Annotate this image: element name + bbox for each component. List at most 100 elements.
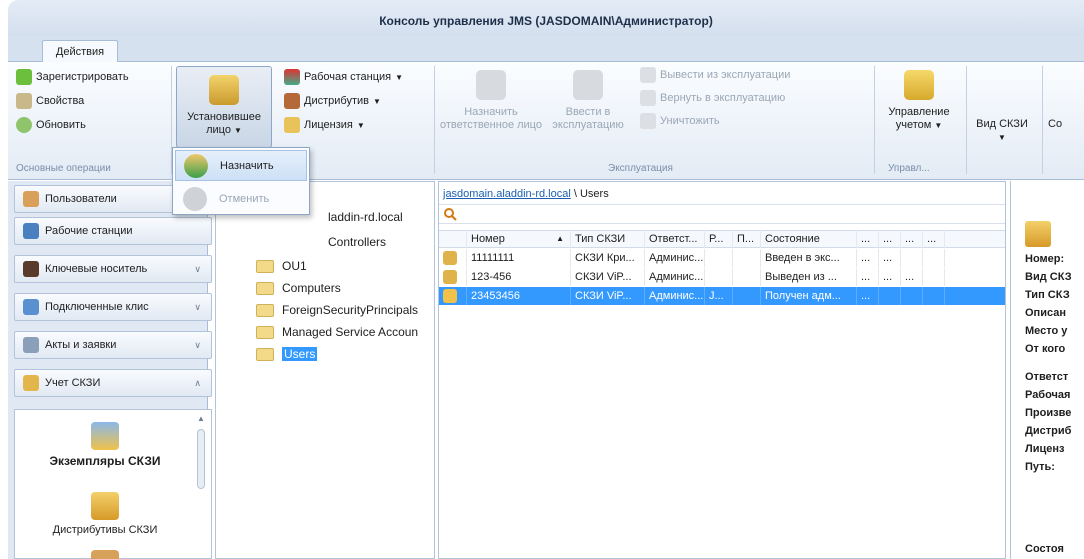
decommission-label: Вывести из эксплуатации (660, 69, 791, 81)
accounting-button[interactable]: Управление учетом ▼ (880, 70, 958, 132)
header-col-p[interactable]: П... (733, 230, 761, 248)
group-label-exploitation: Эксплуатация (608, 163, 673, 174)
destroy-button[interactable]: Уничтожить (640, 112, 720, 130)
header-col-extra-3[interactable]: ... (901, 230, 923, 248)
title-bar: Консоль управления JMS (JASDOMAIN\Админи… (8, 0, 1084, 36)
nav-skzi-instances[interactable]: Экземпляры СКЗИ (15, 422, 195, 468)
header-status[interactable]: Состояние (761, 230, 857, 248)
enter-exploitation-button[interactable]: Ввести в эксплуатацию (548, 70, 628, 132)
nav-workstations[interactable]: Рабочие станции (14, 217, 212, 245)
nav-scrollbar[interactable]: ▲ (195, 414, 207, 556)
navigation-pane: Пользователи Рабочие станции Ключевые но… (8, 181, 212, 559)
header-responsible[interactable]: Ответст... (645, 230, 705, 248)
header-col-extra-1[interactable]: ... (857, 230, 879, 248)
nav-scroll-thumb[interactable] (197, 429, 205, 489)
skzi-lock-icon (1025, 221, 1051, 247)
menu-item-assign-label: Назначить (220, 159, 274, 172)
detail-label-producer: Произве (1025, 407, 1072, 419)
lock-icon (443, 270, 457, 284)
header-col-r[interactable]: Р... (705, 230, 733, 248)
tree-computers[interactable]: Computers (256, 280, 341, 296)
cell-p (733, 287, 761, 305)
installer-label-line2: лицо ▼ (206, 124, 242, 136)
tree-domain[interactable]: laddin-rd.local (328, 209, 403, 225)
cell-responsible: Админис... (645, 249, 705, 267)
workstations-icon (23, 223, 39, 239)
tree-computers-label: Computers (282, 281, 341, 295)
header-col-extra-4[interactable]: ... (923, 230, 945, 248)
header-icon-col (439, 230, 467, 248)
nav-key-media[interactable]: Ключевые носитель ∨ (14, 255, 212, 283)
details-pane: Номер: Вид СКЗ Тип СКЗ Описан Место у От… (1010, 181, 1084, 559)
installer-label-line1: Установившее (187, 111, 261, 123)
tree-domain-controllers[interactable]: Controllers (328, 234, 386, 250)
ribbon: Зарегистрировать Свойства Обновить Основ… (8, 62, 1084, 180)
nav-acts-requests[interactable]: Акты и заявки ∨ (14, 331, 212, 359)
menu-item-assign[interactable]: Назначить (175, 150, 307, 181)
tree-foreign-security-principals-label: ForeignSecurityPrincipals (282, 303, 419, 317)
register-button[interactable]: Зарегистрировать (16, 68, 129, 86)
cell-extra-2 (879, 287, 901, 305)
cell-extra-2: ... (879, 249, 901, 267)
enter-exploitation-line2: эксплуатацию (552, 119, 624, 131)
enter-exploitation-line1: Ввести в (565, 106, 611, 118)
chevron-down-icon: ∨ (194, 339, 201, 350)
destroy-label: Уничтожить (660, 115, 720, 127)
cell-number: 11111111 (467, 249, 571, 267)
cell-p (733, 249, 761, 267)
detail-label-path: Путь: (1025, 461, 1055, 473)
properties-button[interactable]: Свойства (16, 92, 84, 110)
view-skzi-label: Вид СКЗИ (976, 118, 1028, 130)
sort-up-icon: ▲ (556, 234, 564, 243)
decommission-button[interactable]: Вывести из эксплуатации (640, 66, 790, 84)
cell-extra-3 (901, 249, 923, 267)
lock-icon (443, 289, 457, 303)
table-row[interactable]: 123-456 СКЗИ ViP... Админис... Выведен и… (439, 268, 1005, 286)
tree-foreign-security-principals[interactable]: ForeignSecurityPrincipals (256, 302, 418, 318)
cell-skzi-type: СКЗИ ViP... (571, 268, 645, 286)
table-row[interactable]: 11111111 СКЗИ Кри... Админис... Введен в… (439, 249, 1005, 267)
row-icon (439, 287, 467, 305)
skzi-instances-icon (91, 422, 119, 450)
search-row[interactable] (439, 204, 1005, 224)
detail-label-number: Номер: (1025, 253, 1065, 265)
tree-managed-service-accounts[interactable]: Managed Service Accoun (256, 324, 418, 340)
cell-status: Выведен из ... (761, 268, 857, 286)
nav-connected-clients[interactable]: Подключенные клис ∨ (14, 293, 212, 321)
installer-person-button[interactable]: Установившее лицо ▼ (176, 66, 272, 148)
workstation-dropdown[interactable]: Рабочая станция ▼ (284, 68, 403, 86)
nav-skzi-accounting[interactable]: Учет СКЗИ ∧ (14, 369, 212, 397)
skzi-distributives-icon (91, 492, 119, 520)
nav-more-item[interactable] (15, 550, 195, 559)
workstation-label: Рабочая станция (304, 71, 392, 83)
cell-r (705, 249, 733, 267)
header-col-extra-2[interactable]: ... (879, 230, 901, 248)
tree-ou1[interactable]: OU1 (256, 258, 307, 274)
assign-responsible-line1: Назначить (464, 106, 518, 118)
nav-connected-clients-label: Подключенные клис (45, 301, 149, 313)
menu-item-cancel[interactable]: Отменить (175, 183, 307, 214)
tree-users[interactable]: Users (256, 346, 318, 362)
cell-extra-4 (923, 287, 945, 305)
tree-domain-controllers-label: Controllers (328, 235, 387, 249)
return-button[interactable]: Вернуть в эксплуатацию (640, 89, 785, 107)
row-icon (439, 268, 467, 286)
header-number[interactable]: Номер ▲ (467, 230, 571, 248)
next-ribbon-button[interactable]: Со (1048, 118, 1078, 131)
nav-skzi-distributives[interactable]: Дистрибутивы СКЗИ (15, 492, 195, 536)
skzi-accounting-icon (23, 375, 39, 391)
distributive-dropdown[interactable]: Дистрибутив ▼ (284, 92, 381, 110)
assign-responsible-button[interactable]: Назначить ответственное лицо (436, 70, 546, 132)
folder-icon (256, 281, 274, 295)
tab-actions[interactable]: Действия (42, 40, 118, 63)
refresh-button[interactable]: Обновить (16, 116, 86, 134)
license-label: Лицензия (304, 119, 353, 131)
license-dropdown[interactable]: Лицензия ▼ (284, 116, 365, 134)
view-skzi-button[interactable]: Вид СКЗИ ▼ (972, 118, 1032, 144)
table-row-selected[interactable]: 23453456 СКЗИ ViP... Админис... J... Пол… (439, 287, 1005, 305)
header-skzi-type[interactable]: Тип СКЗИ (571, 230, 645, 248)
cell-extra-4 (923, 268, 945, 286)
breadcrumb-domain-link[interactable]: jasdomain.aladdin-rd.local (443, 188, 571, 200)
installer-dropdown-menu: Назначить Отменить (172, 147, 310, 215)
table-header: Номер ▲ Тип СКЗИ Ответст... Р... П... Со… (439, 230, 1005, 248)
